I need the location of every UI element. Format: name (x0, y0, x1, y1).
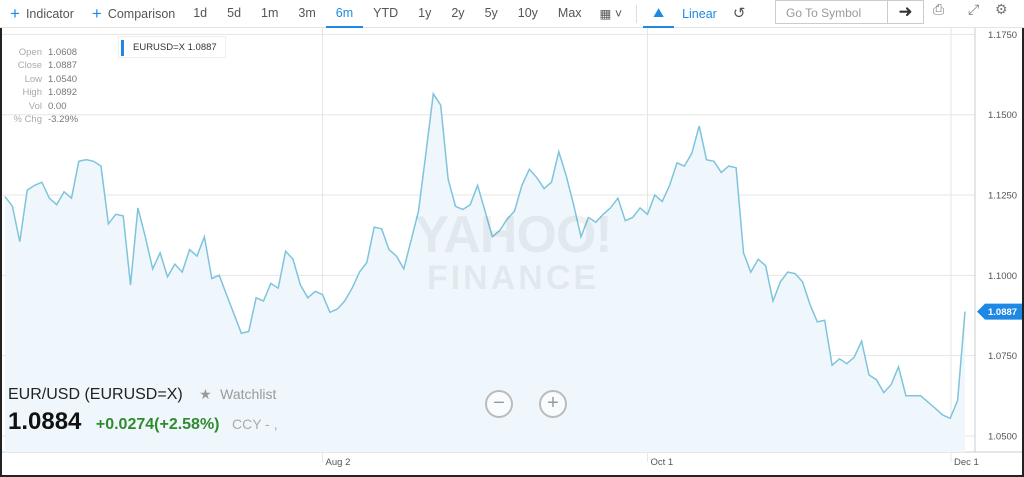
range-3m[interactable]: 3m (288, 0, 325, 28)
ohlc-row: Vol 0.00 (10, 100, 78, 113)
ohlc-value: -3.29% (48, 114, 79, 126)
currency-label: CCY - , (231, 416, 278, 432)
reset-icon[interactable]: ↺ (725, 0, 754, 28)
quote-panel: EUR/USD (EURUSD=X) ★ Watchlist 1.0884 +0… (8, 386, 278, 436)
series-legend: EURUSD=X 1.0887 (118, 36, 226, 58)
range-6m[interactable]: 6m (325, 0, 364, 28)
range-1m[interactable]: 1m (251, 0, 288, 28)
ohlc-key: % Chg (13, 114, 42, 126)
range-2y[interactable]: 2y (441, 0, 474, 28)
range-1y[interactable]: 1y (408, 0, 441, 28)
watchlist-link[interactable]: Watchlist (220, 386, 276, 402)
range-1d[interactable]: 1d (183, 0, 217, 28)
legend-label: EURUSD=X 1.0887 (133, 42, 217, 53)
indicator-button[interactable]: Indicator (26, 0, 82, 28)
ohlc-key: Vol (28, 100, 42, 112)
price-change: +0.0274(+2.58%) (95, 416, 220, 433)
legend-swatch (121, 40, 124, 56)
gear-icon[interactable]: ⚙ (995, 1, 1008, 18)
plus-icon[interactable]: + (10, 5, 20, 22)
ohlc-value: 1.0887 (48, 60, 78, 72)
x-tick-label: Dec 1 (954, 457, 979, 468)
ohlc-row: Close 1.0887 (10, 59, 78, 72)
star-icon[interactable]: ★ (199, 386, 212, 402)
range-5d[interactable]: 5d (217, 0, 251, 28)
x-axis: Aug 2 Oct 1 Dec 1 (326, 457, 979, 468)
ohlc-key: Low (24, 73, 42, 85)
y-tick-label: 1.1750 (988, 30, 1017, 41)
ohlc-row: Open 1.0608 (10, 46, 78, 59)
symbol-search-input[interactable]: Go To Symbol (775, 0, 888, 24)
x-tick-label: Oct 1 (650, 457, 673, 468)
y-tick-label: 1.0500 (988, 431, 1017, 442)
ohlc-value: 0.00 (48, 100, 67, 112)
ohlc-value: 1.0540 (48, 73, 78, 85)
calendar-icon[interactable]: ▦ ˅ (592, 0, 631, 28)
ohlc-row: High 1.0892 (10, 86, 78, 99)
comparison-button[interactable]: Comparison (108, 0, 183, 28)
scale-button[interactable]: Linear (674, 0, 725, 28)
range-ytd[interactable]: YTD (363, 0, 408, 28)
y-axis: 1.1750 1.1500 1.1250 1.1000 1.0750 1.0500 (988, 30, 1017, 443)
ohlc-panel: Open 1.0608 Close 1.0887 Low 1.0540 High 1.0892… (10, 46, 78, 126)
ohlc-key: High (22, 87, 42, 99)
ohlc-row: Low 1.0540 (10, 73, 78, 86)
last-price-marker: 1.0887 (977, 303, 1022, 320)
x-tick-label: Aug 2 (326, 457, 351, 468)
ohlc-value: 1.0608 (48, 47, 78, 58)
last-price-label: 1.0887 (988, 307, 1017, 318)
y-tick-label: 1.1500 (988, 110, 1017, 121)
y-tick-label: 1.1250 (988, 191, 1017, 202)
arrow-right-icon[interactable]: ➜ (888, 0, 924, 24)
range-max[interactable]: Max (548, 0, 592, 28)
symbol-name: EUR/USD (EURUSD=X) (8, 386, 183, 403)
plus-icon[interactable]: + (92, 5, 102, 22)
expand-icon[interactable]: ⤢ (968, 1, 979, 18)
ohlc-key: Close (17, 60, 42, 72)
y-tick-label: 1.0750 (988, 351, 1017, 362)
ohlc-value: 1.0892 (48, 87, 78, 99)
divider (636, 4, 638, 23)
chart-type-icon[interactable]: ⛰ (643, 0, 675, 28)
range-selector: 1d 5d 1m 3m 6m YTD 1y 2y 5y 10y Max (183, 0, 591, 28)
y-tick-label: 1.1000 (988, 271, 1017, 282)
zoom-out-icon[interactable]: − (485, 390, 513, 418)
zoom-in-icon[interactable]: + (539, 390, 567, 418)
range-5y[interactable]: 5y (475, 0, 508, 28)
print-icon[interactable]: ⎙ (933, 1, 944, 18)
range-10y[interactable]: 10y (508, 0, 548, 28)
last-price: 1.0884 (8, 408, 82, 435)
ohlc-key: Open (18, 47, 42, 58)
ohlc-row: % Chg -3.29% (10, 113, 78, 126)
